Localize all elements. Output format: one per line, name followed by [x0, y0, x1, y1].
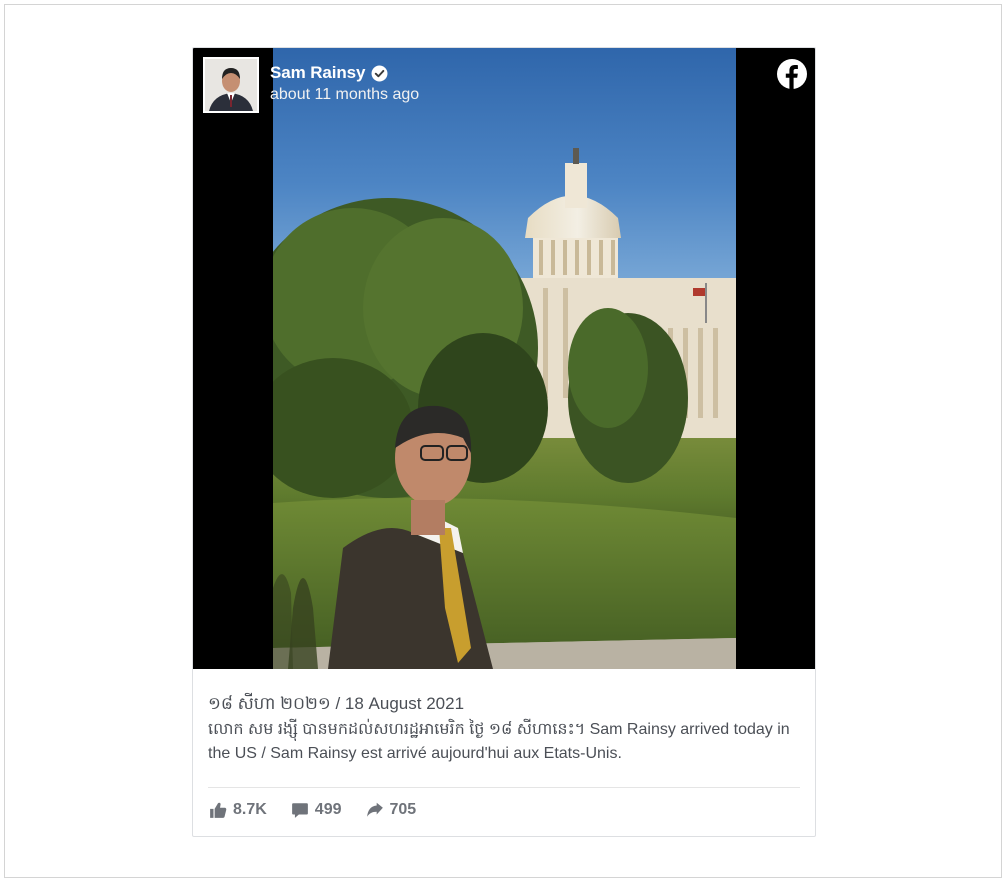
post-photo[interactable] [273, 48, 736, 669]
facebook-logo-icon[interactable] [776, 58, 808, 90]
likes-count: 8.7K [233, 801, 267, 818]
shares-count: 705 [389, 801, 417, 818]
author-name[interactable]: Sam Rainsy [270, 63, 365, 83]
post-timestamp[interactable]: about 11 months ago [270, 86, 419, 104]
share-arrow-icon [366, 802, 383, 817]
caption-text: លោក សម រង្ស៊ី បានមកដល់សហរដ្ឋអាមេរិក ថ្ងៃ… [208, 721, 790, 762]
author-avatar[interactable] [203, 57, 259, 113]
avatar-portrait [205, 59, 257, 111]
verified-check-icon [371, 65, 388, 82]
post-media[interactable]: Sam Rainsy about 11 months ago [193, 48, 815, 669]
shares-stat[interactable]: 705 [366, 801, 417, 819]
post-header: Sam Rainsy about 11 months ago [270, 63, 419, 104]
post-caption: ១៨ សីហា ២០២១ / 18 August 2021 លោក សម រង្… [208, 693, 803, 766]
facebook-post-card: Sam Rainsy about 11 months ago ១៨ សីហា ២… [192, 47, 816, 837]
stats-divider [208, 787, 800, 788]
caption-date: ១៨ សីហា ២០២១ / 18 August 2021 [208, 694, 465, 713]
author-name-row: Sam Rainsy [270, 63, 419, 83]
comments-count: 499 [314, 801, 342, 818]
comment-bubble-icon [291, 803, 308, 818]
comments-stat[interactable]: 499 [291, 801, 342, 819]
post-photo-illustration [273, 148, 736, 669]
likes-stat[interactable]: 8.7K [209, 801, 267, 819]
thumbs-up-icon [210, 802, 227, 818]
engagement-stats: 8.7K 499 705 [209, 801, 416, 819]
